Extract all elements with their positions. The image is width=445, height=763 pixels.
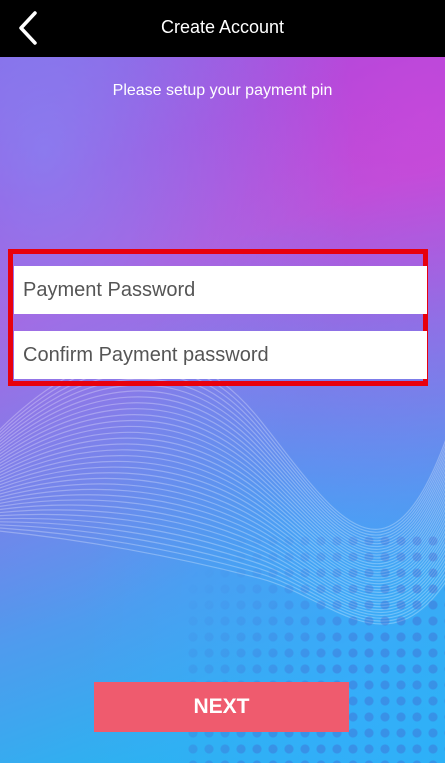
create-account-screen: Create Account Please setup your payment… [0,0,445,763]
instruction-text: Please setup your payment pin [112,82,333,99]
top-bar: Create Account [0,0,445,57]
wave-line [0,390,445,548]
wave-line [0,378,445,542]
confirm-payment-password-field[interactable] [14,331,427,379]
payment-password-field[interactable] [14,266,427,314]
page-title: Create Account [160,17,285,37]
next-button[interactable]: NEXT [94,682,349,732]
